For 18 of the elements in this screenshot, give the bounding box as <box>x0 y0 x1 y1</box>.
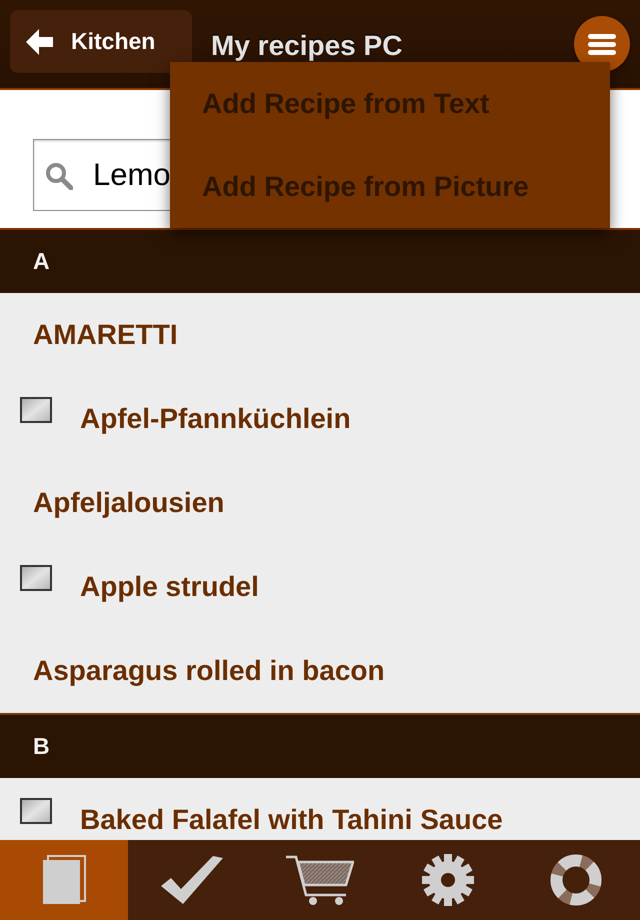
recipe-item[interactable]: Apple strudel <box>0 545 640 629</box>
back-button[interactable]: Kitchen <box>10 10 192 73</box>
recipe-item[interactable]: Apfel-Pfannküchlein <box>0 377 640 461</box>
recipe-item[interactable]: AMARETTI <box>0 293 640 377</box>
recipe-item[interactable]: Asparagus rolled in bacon <box>0 629 640 713</box>
recipe-item[interactable]: Apfeljalousien <box>0 461 640 545</box>
section-header: A <box>0 228 640 293</box>
cart-icon <box>286 855 354 905</box>
page-title: My recipes PC <box>211 32 402 60</box>
lifebuoy-icon <box>550 854 602 906</box>
arrow-left-icon <box>26 28 53 54</box>
book-icon <box>42 855 86 905</box>
section-header: B <box>0 713 640 778</box>
menu-icon <box>588 34 616 54</box>
checkmark-icon <box>161 856 223 904</box>
recipe-item[interactable]: Baked Falafel with Tahini Sauce <box>0 778 640 840</box>
search-icon <box>45 162 73 190</box>
gear-icon <box>422 854 474 906</box>
